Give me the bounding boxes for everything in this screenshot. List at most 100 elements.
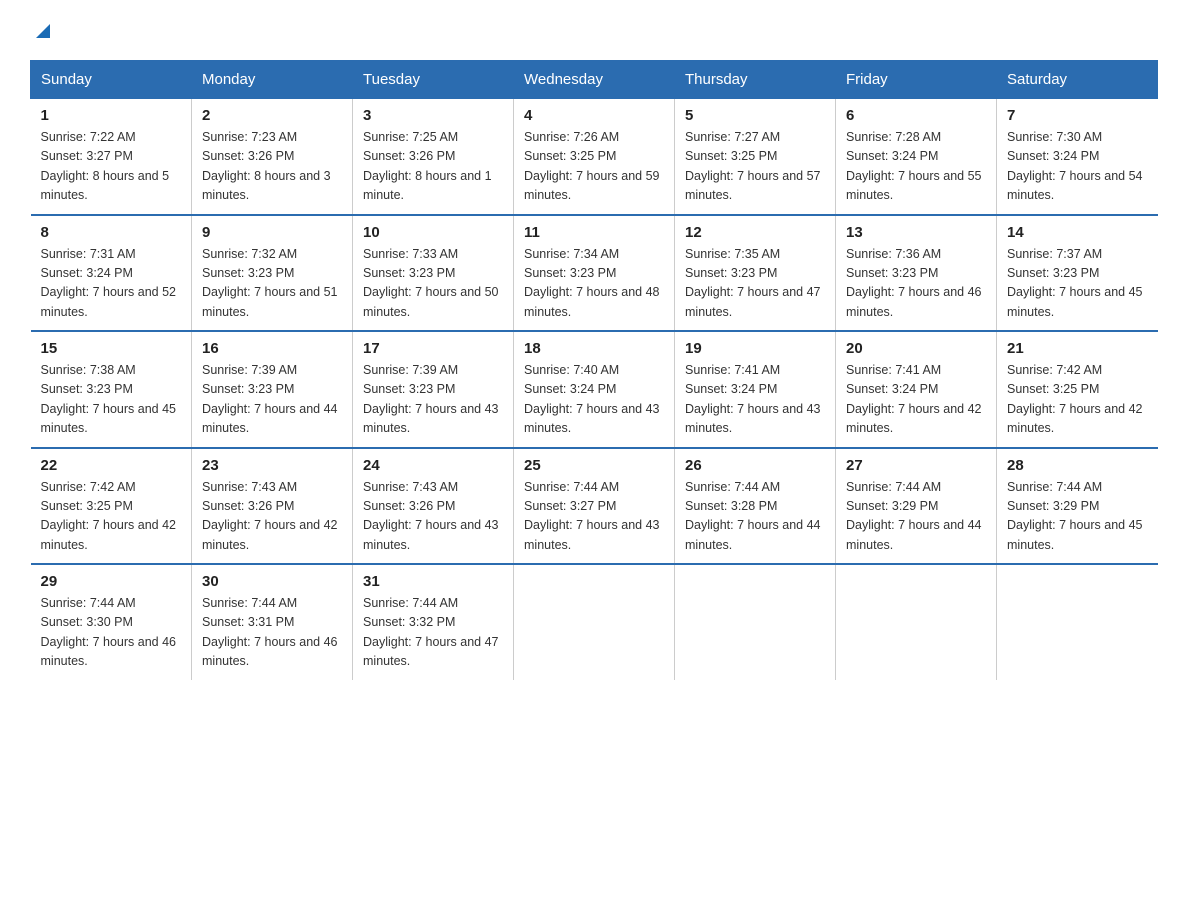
calendar-cell: 12 Sunrise: 7:35 AMSunset: 3:23 PMDayligh… [675, 215, 836, 332]
week-row-2: 8 Sunrise: 7:31 AMSunset: 3:24 PMDaylight… [31, 215, 1158, 332]
day-number: 14 [1007, 224, 1148, 241]
calendar-cell: 20 Sunrise: 7:41 AMSunset: 3:24 PMDayligh… [836, 331, 997, 448]
day-info: Sunrise: 7:41 AMSunset: 3:24 PMDaylight:… [846, 363, 982, 435]
day-info: Sunrise: 7:39 AMSunset: 3:23 PMDaylight:… [202, 363, 338, 435]
day-info: Sunrise: 7:41 AMSunset: 3:24 PMDaylight:… [685, 363, 821, 435]
day-number: 13 [846, 224, 986, 241]
day-info: Sunrise: 7:44 AMSunset: 3:30 PMDaylight:… [41, 596, 177, 668]
calendar-cell: 23 Sunrise: 7:43 AMSunset: 3:26 PMDayligh… [192, 448, 353, 565]
calendar-cell: 28 Sunrise: 7:44 AMSunset: 3:29 PMDayligh… [997, 448, 1158, 565]
day-info: Sunrise: 7:27 AMSunset: 3:25 PMDaylight:… [685, 130, 821, 202]
day-info: Sunrise: 7:34 AMSunset: 3:23 PMDaylight:… [524, 247, 660, 319]
calendar-cell: 18 Sunrise: 7:40 AMSunset: 3:24 PMDayligh… [514, 331, 675, 448]
calendar-cell: 11 Sunrise: 7:34 AMSunset: 3:23 PMDayligh… [514, 215, 675, 332]
day-number: 9 [202, 224, 342, 241]
day-number: 12 [685, 224, 825, 241]
header-friday: Friday [836, 61, 997, 99]
calendar-cell: 24Sunrise: 7:43 AMSunset: 3:26 PMDayligh… [353, 448, 514, 565]
calendar-cell [997, 564, 1158, 680]
day-number: 16 [202, 340, 342, 357]
calendar-cell: 19Sunrise: 7:41 AMSunset: 3:24 PMDayligh… [675, 331, 836, 448]
day-number: 25 [524, 457, 664, 474]
day-info: Sunrise: 7:32 AMSunset: 3:23 PMDaylight:… [202, 247, 338, 319]
day-info: Sunrise: 7:44 AMSunset: 3:31 PMDaylight:… [202, 596, 338, 668]
day-info: Sunrise: 7:36 AMSunset: 3:23 PMDaylight:… [846, 247, 982, 319]
calendar-cell: 29 Sunrise: 7:44 AMSunset: 3:30 PMDayligh… [31, 564, 192, 680]
calendar-cell [836, 564, 997, 680]
calendar-cell: 21Sunrise: 7:42 AMSunset: 3:25 PMDayligh… [997, 331, 1158, 448]
day-info: Sunrise: 7:28 AMSunset: 3:24 PMDaylight:… [846, 130, 982, 202]
calendar-cell: 16 Sunrise: 7:39 AMSunset: 3:23 PMDayligh… [192, 331, 353, 448]
day-info: Sunrise: 7:23 AMSunset: 3:26 PMDaylight:… [202, 130, 331, 202]
day-number: 10 [363, 224, 503, 241]
day-number: 7 [1007, 107, 1148, 124]
calendar-cell: 2Sunrise: 7:23 AMSunset: 3:26 PMDaylight… [192, 99, 353, 215]
calendar-cell: 7 Sunrise: 7:30 AMSunset: 3:24 PMDaylight… [997, 99, 1158, 215]
day-info: Sunrise: 7:42 AMSunset: 3:25 PMDaylight:… [41, 480, 177, 552]
day-info: Sunrise: 7:31 AMSunset: 3:24 PMDaylight:… [41, 247, 177, 319]
day-number: 6 [846, 107, 986, 124]
day-info: Sunrise: 7:25 AMSunset: 3:26 PMDaylight:… [363, 130, 492, 202]
calendar-cell: 8 Sunrise: 7:31 AMSunset: 3:24 PMDaylight… [31, 215, 192, 332]
logo-triangle-icon [32, 18, 54, 40]
day-number: 30 [202, 573, 342, 590]
day-number: 29 [41, 573, 182, 590]
day-info: Sunrise: 7:22 AMSunset: 3:27 PMDaylight:… [41, 130, 170, 202]
day-info: Sunrise: 7:44 AMSunset: 3:28 PMDaylight:… [685, 480, 821, 552]
day-info: Sunrise: 7:44 AMSunset: 3:27 PMDaylight:… [524, 480, 660, 552]
calendar-table: SundayMondayTuesdayWednesdayThursdayFrid… [30, 60, 1158, 680]
calendar-cell: 27Sunrise: 7:44 AMSunset: 3:29 PMDayligh… [836, 448, 997, 565]
header-monday: Monday [192, 61, 353, 99]
week-row-1: 1 Sunrise: 7:22 AMSunset: 3:27 PMDaylight… [31, 99, 1158, 215]
day-info: Sunrise: 7:40 AMSunset: 3:24 PMDaylight:… [524, 363, 660, 435]
day-number: 17 [363, 340, 503, 357]
day-info: Sunrise: 7:44 AMSunset: 3:29 PMDaylight:… [1007, 480, 1143, 552]
calendar-cell: 22 Sunrise: 7:42 AMSunset: 3:25 PMDayligh… [31, 448, 192, 565]
day-info: Sunrise: 7:42 AMSunset: 3:25 PMDaylight:… [1007, 363, 1143, 435]
calendar-cell: 3 Sunrise: 7:25 AMSunset: 3:26 PMDaylight… [353, 99, 514, 215]
header-row: SundayMondayTuesdayWednesdayThursdayFrid… [31, 61, 1158, 99]
calendar-cell: 25 Sunrise: 7:44 AMSunset: 3:27 PMDayligh… [514, 448, 675, 565]
calendar-cell: 31Sunrise: 7:44 AMSunset: 3:32 PMDayligh… [353, 564, 514, 680]
calendar-cell [675, 564, 836, 680]
header-wednesday: Wednesday [514, 61, 675, 99]
day-number: 11 [524, 224, 664, 241]
day-number: 4 [524, 107, 664, 124]
day-number: 20 [846, 340, 986, 357]
day-number: 26 [685, 457, 825, 474]
day-number: 8 [41, 224, 182, 241]
calendar-cell: 5 Sunrise: 7:27 AMSunset: 3:25 PMDaylight… [675, 99, 836, 215]
day-number: 1 [41, 107, 182, 124]
calendar-cell: 13 Sunrise: 7:36 AMSunset: 3:23 PMDayligh… [836, 215, 997, 332]
calendar-cell: 10Sunrise: 7:33 AMSunset: 3:23 PMDayligh… [353, 215, 514, 332]
day-number: 3 [363, 107, 503, 124]
day-info: Sunrise: 7:30 AMSunset: 3:24 PMDaylight:… [1007, 130, 1143, 202]
day-number: 18 [524, 340, 664, 357]
day-info: Sunrise: 7:37 AMSunset: 3:23 PMDaylight:… [1007, 247, 1143, 319]
day-number: 15 [41, 340, 182, 357]
day-info: Sunrise: 7:43 AMSunset: 3:26 PMDaylight:… [202, 480, 338, 552]
header-sunday: Sunday [31, 61, 192, 99]
day-number: 31 [363, 573, 503, 590]
header-saturday: Saturday [997, 61, 1158, 99]
week-row-4: 22 Sunrise: 7:42 AMSunset: 3:25 PMDayligh… [31, 448, 1158, 565]
calendar-cell: 17Sunrise: 7:39 AMSunset: 3:23 PMDayligh… [353, 331, 514, 448]
calendar-cell: 30 Sunrise: 7:44 AMSunset: 3:31 PMDayligh… [192, 564, 353, 680]
header-tuesday: Tuesday [353, 61, 514, 99]
day-info: Sunrise: 7:38 AMSunset: 3:23 PMDaylight:… [41, 363, 177, 435]
day-number: 5 [685, 107, 825, 124]
page-header [30, 20, 1158, 40]
day-number: 22 [41, 457, 182, 474]
day-info: Sunrise: 7:35 AMSunset: 3:23 PMDaylight:… [685, 247, 821, 319]
calendar-cell: 14 Sunrise: 7:37 AMSunset: 3:23 PMDayligh… [997, 215, 1158, 332]
day-number: 23 [202, 457, 342, 474]
day-number: 28 [1007, 457, 1148, 474]
day-info: Sunrise: 7:26 AMSunset: 3:25 PMDaylight:… [524, 130, 660, 202]
calendar-cell: 4 Sunrise: 7:26 AMSunset: 3:25 PMDaylight… [514, 99, 675, 215]
day-info: Sunrise: 7:43 AMSunset: 3:26 PMDaylight:… [363, 480, 499, 552]
calendar-cell: 9 Sunrise: 7:32 AMSunset: 3:23 PMDaylight… [192, 215, 353, 332]
calendar-cell: 26 Sunrise: 7:44 AMSunset: 3:28 PMDayligh… [675, 448, 836, 565]
day-info: Sunrise: 7:44 AMSunset: 3:29 PMDaylight:… [846, 480, 982, 552]
calendar-cell: 15 Sunrise: 7:38 AMSunset: 3:23 PMDayligh… [31, 331, 192, 448]
calendar-cell: 6 Sunrise: 7:28 AMSunset: 3:24 PMDaylight… [836, 99, 997, 215]
